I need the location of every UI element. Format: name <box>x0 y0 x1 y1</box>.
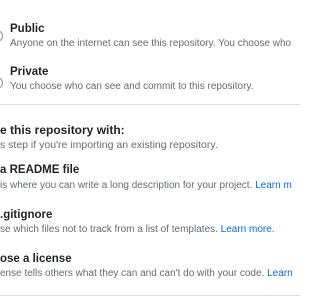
readme-description: is where you can write a long descriptio… <box>0 180 292 191</box>
private-description: You choose who can see and commit to thi… <box>10 81 254 92</box>
gitignore-description: se which files not to track from a list … <box>0 224 275 235</box>
public-radio[interactable] <box>0 30 3 42</box>
private-radio[interactable] <box>0 77 3 89</box>
bottom-divider <box>0 295 300 296</box>
initialize-heading: e this repository with: <box>0 123 125 137</box>
section-divider <box>0 104 300 105</box>
license-learn-more-link[interactable]: Learn <box>267 268 293 279</box>
initialize-subtext: s step if you're importing an existing r… <box>0 139 218 151</box>
readme-label[interactable]: a README file <box>0 163 79 177</box>
public-label[interactable]: Public <box>10 22 45 36</box>
private-label[interactable]: Private <box>10 65 48 79</box>
license-label[interactable]: ose a license <box>0 252 72 266</box>
public-description: Anyone on the internet can see this repo… <box>10 38 292 49</box>
gitignore-label[interactable]: .gitignore <box>0 208 52 222</box>
readme-learn-more-link[interactable]: Learn m <box>255 180 292 191</box>
gitignore-learn-more-link[interactable]: Learn more. <box>221 224 275 235</box>
license-description: ense tells others what they can and can'… <box>0 268 293 279</box>
